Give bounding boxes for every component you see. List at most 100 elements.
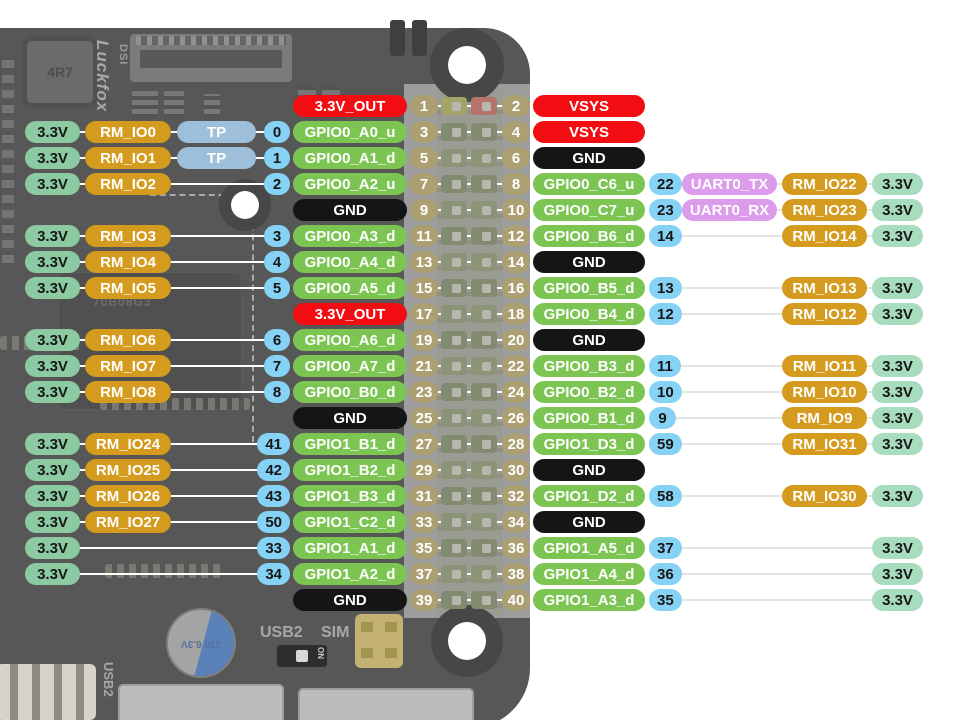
pill-3v3-right: 3.3V: [872, 173, 923, 195]
pin-number-odd: 9: [410, 199, 438, 221]
pin-number-odd: 25: [410, 407, 438, 429]
pill-3v3-right: 3.3V: [872, 225, 923, 247]
pcb-pad: [482, 258, 491, 267]
pcb-pad: [482, 310, 491, 319]
pill-gpio-number-left: 3: [264, 225, 290, 247]
pill-3v3-left: 3.3V: [25, 511, 80, 533]
pill-3v3-left: 3.3V: [25, 459, 80, 481]
pin-number-even: 32: [502, 485, 530, 507]
pill-3v3-left: 3.3V: [25, 433, 80, 455]
pin-number-even: 4: [502, 121, 530, 143]
pinout-row: 3.3VRM_IO66GPIO0_A6_d1920GND: [0, 329, 960, 351]
pcb-pad: [452, 258, 461, 267]
pcb-pad: [452, 440, 461, 449]
pill-3v3-left: 3.3V: [25, 173, 80, 195]
pill-gpio-number-left: 50: [257, 511, 290, 533]
pcb-pad: [482, 440, 491, 449]
pill-rmio-left: RM_IO5: [85, 277, 171, 299]
pcb-pad: [482, 336, 491, 345]
pill-rmio-right: RM_IO12: [782, 303, 867, 325]
pcb-pad: [482, 414, 491, 423]
pinout-row: 3.3VRM_IO88GPIO0_B0_d2324GPIO0_B2_d10RM_…: [0, 381, 960, 403]
pin-number-even: 18: [502, 303, 530, 325]
pin-number-even: 28: [502, 433, 530, 455]
pill-3v3-right: 3.3V: [872, 303, 923, 325]
pill-rmio-left: RM_IO2: [85, 173, 171, 195]
pill-gpio-number-left: 8: [264, 381, 290, 403]
pin-number-even: 16: [502, 277, 530, 299]
pill-rmio-left: RM_IO24: [85, 433, 171, 455]
pill-signal-right: GPIO1_A5_d: [533, 537, 645, 559]
pill-3v3-right: 3.3V: [872, 485, 923, 507]
pill-signal-left: GPIO0_B0_d: [293, 381, 407, 403]
pinout-row: 3.3VRM_IO55GPIO0_A5_d1516GPIO0_B5_d13RM_…: [0, 277, 960, 299]
pinout-row: GND3940GPIO1_A3_d353.3V: [0, 589, 960, 611]
pin-number-odd: 3: [410, 121, 438, 143]
pill-rmio-right: RM_IO13: [782, 277, 867, 299]
pill-gpio-number-left: 42: [257, 459, 290, 481]
pill-gpio-number-left: 4: [264, 251, 290, 273]
pill-gpio-number-right: 9: [649, 407, 676, 429]
pill-gpio-number-right: 36: [649, 563, 682, 585]
pill-gpio-number-right: 37: [649, 537, 682, 559]
pin-number-even: 12: [502, 225, 530, 247]
pill-rmio-left: RM_IO7: [85, 355, 171, 377]
pin-number-odd: 5: [410, 147, 438, 169]
pill-3v3-right: 3.3V: [872, 433, 923, 455]
pcb-pad: [452, 206, 461, 215]
pill-uart: UART0_RX: [682, 199, 777, 221]
pill-3v3-left: 3.3V: [25, 121, 80, 143]
pin-number-odd: 27: [410, 433, 438, 455]
pill-3v3-right: 3.3V: [872, 277, 923, 299]
pcb-pad: [482, 232, 491, 241]
pcb-pad: [452, 154, 461, 163]
pill-rmio-left: RM_IO27: [85, 511, 171, 533]
pill-3v3-left: 3.3V: [25, 537, 80, 559]
pcb-pad: [452, 362, 461, 371]
pill-rmio-left: RM_IO0: [85, 121, 171, 143]
pill-signal-right: GND: [533, 511, 645, 533]
pin-number-odd: 39: [410, 589, 438, 611]
pcb-pad: [452, 232, 461, 241]
pill-signal-left: GPIO1_C2_d: [293, 511, 407, 533]
pin-number-even: 14: [502, 251, 530, 273]
pin-number-even: 20: [502, 329, 530, 351]
pcb-pad: [482, 362, 491, 371]
pill-signal-left: GND: [293, 407, 407, 429]
pill-3v3-left: 3.3V: [25, 277, 80, 299]
pin-number-odd: 35: [410, 537, 438, 559]
pill-signal-left: GPIO0_A5_d: [293, 277, 407, 299]
pill-3v3-left: 3.3V: [25, 225, 80, 247]
pcb-pad: [452, 570, 461, 579]
pill-3v3-left: 3.3V: [25, 563, 80, 585]
connector-line-right: [664, 599, 897, 601]
pill-3v3-left: 3.3V: [25, 329, 80, 351]
pin-number-even: 8: [502, 173, 530, 195]
pill-3v3-right: 3.3V: [872, 563, 923, 585]
pin-number-even: 22: [502, 355, 530, 377]
pill-rmio-left: RM_IO8: [85, 381, 171, 403]
pinout-row: 3.3VRM_IO22GPIO0_A2_u78GPIO0_C6_u22UART0…: [0, 173, 960, 195]
pill-rmio-right: RM_IO14: [782, 225, 867, 247]
pinout-row: 3.3VRM_IO2750GPIO1_C2_d3334GND: [0, 511, 960, 533]
pill-gpio-number-left: 41: [257, 433, 290, 455]
pill-rmio-right: RM_IO11: [782, 355, 867, 377]
pill-signal-right: GPIO1_D3_d: [533, 433, 645, 455]
pill-signal-left: GPIO0_A4_d: [293, 251, 407, 273]
pcb-pad: [452, 518, 461, 527]
pcb-pad: [452, 102, 461, 111]
pcb-pad: [482, 180, 491, 189]
pill-rmio-right: RM_IO31: [782, 433, 867, 455]
pill-3v3-right: 3.3V: [872, 537, 923, 559]
pill-rmio-left: RM_IO25: [85, 459, 171, 481]
pill-rmio-right: RM_IO9: [782, 407, 867, 429]
pcb-pad: [452, 128, 461, 137]
pill-gpio-number-right: 59: [649, 433, 682, 455]
pill-rmio-left: RM_IO3: [85, 225, 171, 247]
pill-gpio-number-left: 5: [264, 277, 290, 299]
pill-tp: TP: [177, 147, 256, 169]
pill-gpio-number-right: 12: [649, 303, 682, 325]
pcb-pad: [482, 154, 491, 163]
connector-line-left: [52, 573, 276, 575]
connector-line-right: [664, 573, 897, 575]
